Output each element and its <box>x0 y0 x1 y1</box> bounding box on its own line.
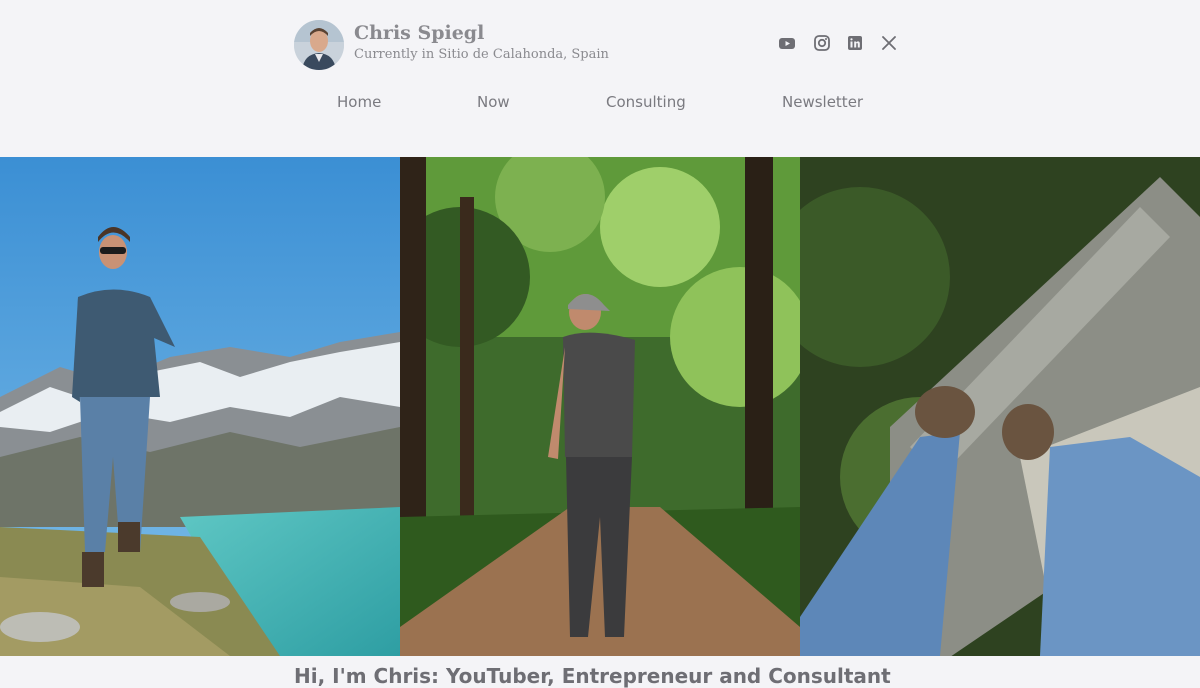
avatar[interactable] <box>294 20 344 70</box>
nav-home[interactable]: Home <box>337 93 381 111</box>
nav-consulting[interactable]: Consulting <box>606 93 686 111</box>
nav-newsletter[interactable]: Newsletter <box>782 93 863 111</box>
nav-now[interactable]: Now <box>477 93 510 111</box>
instagram-icon[interactable] <box>813 34 831 52</box>
x-icon[interactable] <box>880 34 898 52</box>
linkedin-icon[interactable] <box>846 34 864 52</box>
site-name[interactable]: Chris Spiegl <box>354 22 484 44</box>
youtube-icon[interactable] <box>778 34 796 52</box>
photo-mountain-lake <box>0 157 400 656</box>
site-header: Chris Spiegl Currently in Sitio de Calah… <box>0 0 1200 157</box>
photo-legs-ledge <box>800 157 1200 656</box>
photo-forest-path <box>400 157 800 656</box>
intro-heading: Hi, I'm Chris: YouTuber, Entrepreneur an… <box>294 664 891 688</box>
site-location: Currently in Sitio de Calahonda, Spain <box>354 47 609 62</box>
